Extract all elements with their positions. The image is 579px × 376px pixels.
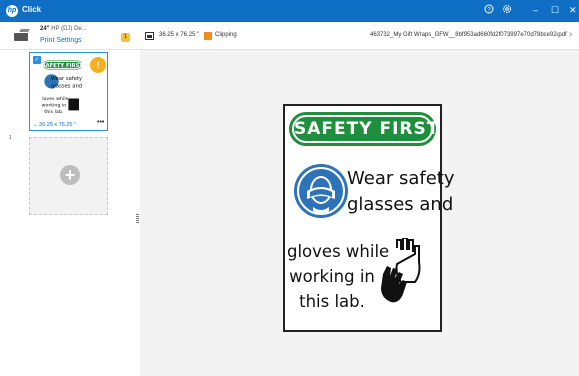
thumbnail-size-label: 36.25 x 76.25 " bbox=[39, 122, 76, 128]
add-job-card[interactable]: + bbox=[29, 137, 108, 215]
prev-file-button[interactable]: ‹ bbox=[556, 29, 559, 40]
svg-text:working in: working in bbox=[42, 102, 66, 108]
safety-first-banner: SAFETY FIRST bbox=[289, 112, 438, 146]
printer-model: 24" bbox=[40, 26, 50, 32]
title-bar: hp Click ? – ☐ ✕ bbox=[0, 0, 579, 22]
toolbar: 24" HP (DJ) De... Print Settings 1 36.25… bbox=[0, 22, 579, 50]
svg-text:gloves while: gloves while bbox=[42, 96, 69, 102]
printer-name[interactable]: 24" HP (DJ) De... bbox=[40, 26, 87, 32]
row-number: 1 bbox=[9, 135, 12, 141]
banner-text: SAFETY FIRST bbox=[292, 115, 438, 143]
preview-canvas: SAFETY FIRST Wear safety glasses and glo… bbox=[144, 51, 579, 376]
line-wear-safety: Wear safety bbox=[347, 168, 455, 189]
svg-text:Wear safety: Wear safety bbox=[51, 76, 82, 82]
safety-goggles-icon bbox=[294, 164, 348, 218]
gear-icon[interactable] bbox=[502, 4, 512, 17]
svg-text:this lab.: this lab. bbox=[44, 109, 63, 115]
image-icon bbox=[145, 32, 154, 40]
ppe-instruction-gloves: gloves while working in this lab. bbox=[287, 239, 390, 314]
clipping-label: Clipping bbox=[215, 32, 237, 38]
hp-logo-icon: hp bbox=[6, 5, 18, 17]
job-list-panel: 1 ✓ SAFETY FIRST Wear safety glasses and… bbox=[0, 50, 140, 376]
line-gloves-while: gloves while bbox=[287, 242, 390, 261]
job-count-badge[interactable]: 1 bbox=[121, 33, 130, 42]
print-preview-page: SAFETY FIRST Wear safety glasses and glo… bbox=[283, 104, 455, 332]
thumbnail-size-dropdown[interactable]: ⌄ 36.25 x 76.25 " bbox=[33, 122, 76, 128]
help-icon[interactable]: ? bbox=[484, 4, 494, 17]
thumbnail-image: SAFETY FIRST Wear safety glasses and glo… bbox=[42, 57, 84, 121]
panel-resize-handle[interactable] bbox=[136, 214, 139, 224]
select-checkbox[interactable]: ✓ bbox=[33, 56, 41, 64]
gloves-icon bbox=[381, 238, 421, 303]
line-glasses-and: glasses and bbox=[347, 194, 454, 215]
add-icon[interactable]: + bbox=[60, 165, 80, 185]
line-this-lab: this lab. bbox=[299, 292, 365, 311]
warning-icon[interactable]: ! bbox=[90, 57, 106, 73]
next-file-button[interactable]: › bbox=[569, 29, 572, 40]
app-title: Click bbox=[22, 5, 42, 14]
line-working-in: working in bbox=[289, 267, 375, 286]
ppe-instruction-glasses: Wear safety glasses and bbox=[347, 166, 455, 218]
maximize-button[interactable]: ☐ bbox=[551, 4, 559, 16]
printer-name-rest: HP (DJ) De... bbox=[51, 26, 87, 32]
clipping-indicator-icon bbox=[204, 32, 212, 40]
print-settings-link[interactable]: Print Settings bbox=[40, 37, 82, 44]
minimize-button[interactable]: – bbox=[533, 4, 538, 16]
close-button[interactable]: ✕ bbox=[569, 4, 577, 16]
file-name: 463732_My Gift Wraps_GFW__8bf953ad660fd2… bbox=[370, 32, 567, 38]
svg-text:SAFETY FIRST: SAFETY FIRST bbox=[42, 63, 83, 69]
more-options-button[interactable]: ••• bbox=[97, 119, 104, 126]
printer-icon[interactable] bbox=[14, 29, 30, 41]
svg-text:glasses and: glasses and bbox=[51, 83, 82, 89]
job-thumbnail-card[interactable]: ✓ SAFETY FIRST Wear safety glasses and g… bbox=[29, 52, 108, 131]
image-size-label: 36.25 x 76.25 " bbox=[159, 32, 200, 38]
